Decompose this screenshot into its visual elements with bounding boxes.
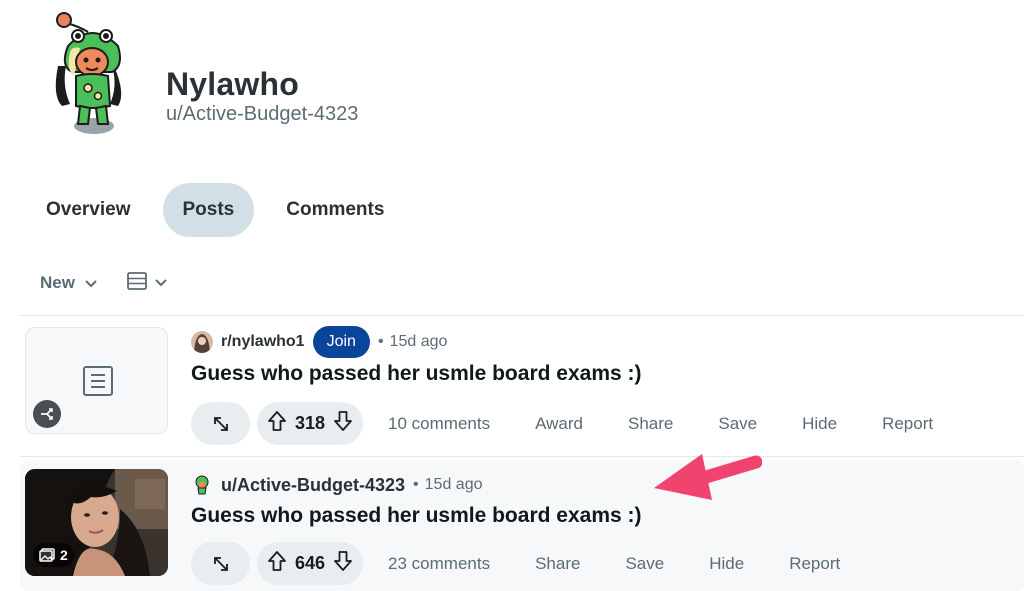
annotation-arrow-icon — [650, 448, 763, 509]
report-button[interactable]: Report — [789, 554, 840, 574]
award-button[interactable]: Award — [535, 414, 583, 434]
hide-button[interactable]: Hide — [802, 414, 837, 434]
subreddit-avatar[interactable] — [191, 331, 213, 353]
gallery-icon — [39, 548, 55, 562]
display-name: Nylawho — [166, 66, 299, 102]
vote-control: 646 — [257, 542, 364, 585]
downvote-icon[interactable] — [333, 550, 353, 577]
sort-label: New — [40, 273, 75, 292]
upvote-icon[interactable] — [267, 550, 287, 577]
share-button[interactable]: Share — [628, 414, 673, 434]
post-meta: u/Active-Budget-4323 • 15d ago — [191, 470, 483, 500]
comments-button[interactable]: 23 comments — [388, 554, 490, 574]
username: u/Active-Budget-4323 — [166, 103, 359, 125]
gallery-badge: 2 — [33, 543, 74, 567]
post-card[interactable]: 2 u/Active-Budget-4323 • 15d ago Guess w… — [20, 460, 1024, 591]
post-thumbnail[interactable]: 2 — [25, 469, 168, 576]
profile-tabs: Overview Posts Comments — [26, 183, 416, 237]
chevron-down-icon — [85, 273, 97, 293]
post-timestamp: 15d ago — [389, 333, 448, 350]
expand-icon — [213, 556, 228, 571]
sort-dropdown[interactable]: New — [40, 273, 97, 293]
vote-score: 646 — [295, 553, 326, 573]
downvote-icon[interactable] — [333, 410, 353, 437]
vote-control: 318 — [257, 402, 364, 445]
meta-separator: • — [377, 333, 384, 350]
save-button[interactable]: Save — [625, 554, 664, 574]
avatar[interactable] — [48, 6, 134, 138]
expand-button[interactable] — [191, 402, 250, 445]
meta-separator: • — [413, 476, 419, 493]
join-button[interactable]: Join — [312, 326, 370, 358]
post-actions: 318 10 comments Award Share Save Hide Re… — [191, 402, 933, 445]
divider — [20, 456, 1024, 457]
post-thumbnail[interactable] — [25, 327, 168, 434]
user-avatar[interactable] — [191, 474, 213, 496]
comments-button[interactable]: 10 comments — [388, 414, 490, 434]
save-button[interactable]: Save — [718, 414, 757, 434]
post-timestamp: 15d ago — [424, 476, 483, 493]
crosspost-icon — [33, 400, 61, 428]
post-actions: 646 23 comments Share Save Hide Report — [191, 542, 840, 585]
tab-overview[interactable]: Overview — [26, 183, 151, 237]
gallery-count: 2 — [60, 547, 68, 563]
upvote-icon[interactable] — [267, 410, 287, 437]
expand-icon — [213, 416, 228, 431]
profile-header: Nylawho u/Active-Budget-4323 — [48, 6, 648, 146]
feed-controls: New — [40, 270, 167, 296]
author-link[interactable]: u/Active-Budget-4323 — [221, 475, 405, 496]
chevron-down-icon — [155, 274, 167, 292]
expand-button[interactable] — [191, 542, 250, 585]
post-title[interactable]: Guess who passed her usmle board exams :… — [191, 362, 642, 386]
card-view-icon — [127, 271, 147, 295]
share-button[interactable]: Share — [535, 554, 580, 574]
post-title[interactable]: Guess who passed her usmle board exams :… — [191, 504, 642, 528]
view-mode-dropdown[interactable] — [127, 271, 167, 295]
report-button[interactable]: Report — [882, 414, 933, 434]
vote-score: 318 — [295, 413, 326, 433]
tab-comments[interactable]: Comments — [266, 183, 404, 237]
hide-button[interactable]: Hide — [709, 554, 744, 574]
text-post-icon — [82, 365, 114, 402]
subreddit-link[interactable]: r/nylawho1 — [221, 333, 305, 351]
post-meta: r/nylawho1 Join • 15d ago — [191, 326, 448, 358]
post-card[interactable]: r/nylawho1 Join • 15d ago Guess who pass… — [20, 316, 1024, 456]
tab-posts[interactable]: Posts — [162, 183, 255, 237]
